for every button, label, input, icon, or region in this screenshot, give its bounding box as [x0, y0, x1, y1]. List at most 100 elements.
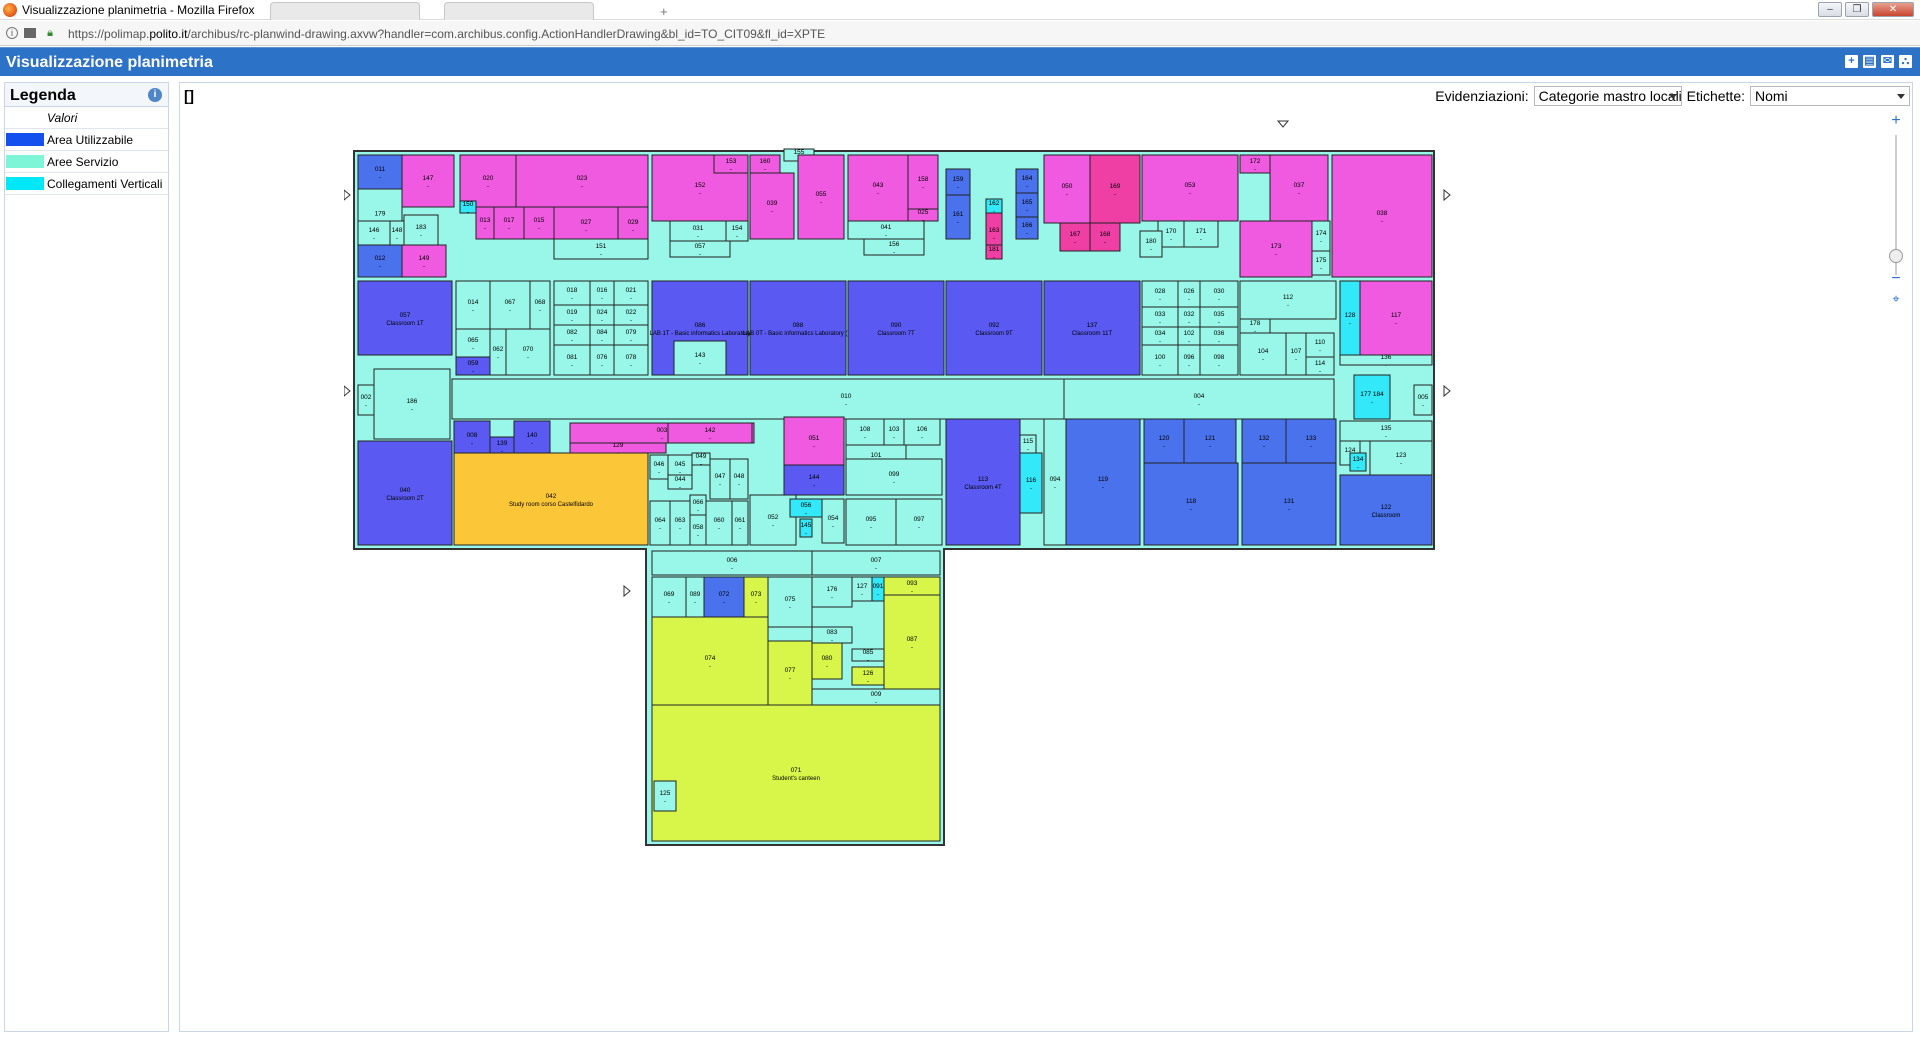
room-119[interactable]: 119 - [1065, 418, 1141, 546]
labels-select[interactable]: Nomi [1750, 86, 1910, 106]
room-181[interactable]: 181 - [985, 244, 1003, 261]
room-020[interactable]: 020 - [459, 154, 517, 208]
room-167[interactable]: 167 - [1059, 222, 1091, 252]
minimize-button[interactable]: – [1818, 2, 1842, 17]
room-153[interactable]: 153 - [713, 154, 749, 174]
room-050[interactable]: 050 - [1043, 154, 1091, 224]
room-090[interactable]: 090 Classroom 7T [847, 280, 945, 376]
room-069[interactable]: 069 - [651, 576, 687, 618]
restore-button[interactable]: ❐ [1845, 2, 1869, 17]
room-180[interactable]: 180 - [1139, 230, 1163, 258]
room-087[interactable]: 087 - [883, 594, 941, 690]
room-048[interactable]: 048 - [729, 458, 749, 500]
room-102[interactable]: 102 - [1177, 326, 1201, 346]
room-028[interactable]: 028 - [1141, 280, 1179, 308]
room-149[interactable]: 149 - [401, 244, 447, 278]
room-140[interactable]: 140 - [513, 420, 551, 456]
room-009[interactable]: 009- [811, 688, 941, 706]
room-070[interactable]: 070 - [505, 328, 551, 376]
room-112[interactable]: 112 - [1239, 280, 1337, 320]
room-173[interactable]: 173 - [1239, 220, 1313, 278]
room-099[interactable]: 099 - [845, 458, 943, 496]
room-042[interactable]: 042 Study room corso Castelfidardo [453, 452, 649, 546]
room-177-184[interactable]: 177 184 - [1353, 374, 1391, 420]
room-058[interactable]: 058 - [689, 514, 707, 546]
room-137[interactable]: 137 Classroom 11T [1043, 280, 1141, 376]
room-126[interactable]: 126 - [851, 666, 885, 686]
room-041[interactable]: 041 - [847, 220, 925, 240]
close-window-button[interactable]: ✕ [1872, 2, 1914, 17]
room-165[interactable]: 165 - [1015, 192, 1039, 218]
room-113[interactable]: 113 Classroom 4T [945, 418, 1021, 546]
room-008[interactable]: 008 - [453, 420, 491, 456]
room-104[interactable]: 104 - [1239, 332, 1287, 376]
room-097[interactable]: 097 - [895, 498, 943, 546]
room-031[interactable]: 031 - [669, 220, 727, 242]
room-098[interactable]: 098 - [1199, 344, 1239, 376]
room-021[interactable]: 021 - [613, 280, 649, 306]
room-019[interactable]: 019 - [553, 304, 591, 326]
info-icon[interactable]: i [6, 27, 18, 39]
room-079[interactable]: 079 - [613, 324, 649, 346]
zoom-control[interactable]: + − ⌖ [1886, 113, 1906, 313]
room-081[interactable]: 081 - [553, 344, 591, 376]
room-071[interactable]: 071 Student's canteen [651, 704, 941, 842]
room-002[interactable]: 002 - [357, 384, 375, 416]
room-114[interactable]: 114 - [1305, 356, 1335, 376]
room-040[interactable]: 040 Classroom 2T [357, 440, 453, 546]
room-176[interactable]: 176 - [811, 576, 853, 608]
room-118[interactable]: 118 - [1143, 462, 1239, 546]
network-icon[interactable]: ⛬ [1899, 55, 1912, 68]
room-051[interactable]: 051 - [783, 416, 845, 466]
room-186[interactable]: 186 - [373, 368, 451, 440]
reset-view-icon[interactable]: ⌖ [1888, 291, 1904, 307]
room-116[interactable]: 116 - [1019, 452, 1043, 514]
room-015[interactable]: 015 - [523, 206, 555, 240]
room-077[interactable]: 077 - [767, 640, 813, 706]
room-168[interactable]: 168 - [1089, 222, 1121, 252]
room-123[interactable]: 123 - [1369, 440, 1433, 476]
room-082[interactable]: 082 - [553, 324, 591, 346]
room-039[interactable]: 039 - [749, 172, 795, 240]
room-159[interactable]: 159 - [945, 168, 971, 196]
room-127[interactable]: 127 - [851, 576, 873, 602]
room-038[interactable]: 038 - [1331, 154, 1433, 278]
room-017[interactable]: 017 - [493, 206, 525, 240]
room-080[interactable]: 080 - [811, 642, 843, 680]
floor-plan[interactable]: 011 - 147 - 179 - 146 - 148 - 183 - 012 - 149 - 020 - 023 -… [343, 119, 1454, 862]
room-054[interactable]: 054 - [821, 498, 845, 544]
room-060[interactable]: 060 - [705, 500, 733, 546]
room-122[interactable]: 122 Classroom [1339, 474, 1433, 546]
room-172[interactable]: 172 - [1239, 154, 1271, 174]
room-154[interactable]: 154 - [725, 220, 749, 242]
room-065[interactable]: 065 - [455, 328, 491, 358]
room-057[interactable]: 057 - [669, 240, 731, 258]
room-014[interactable]: 014 - [455, 280, 491, 330]
room-121[interactable]: 121 - [1183, 418, 1237, 464]
room-183[interactable]: 183 - [403, 214, 439, 246]
room-134[interactable]: 134 - [1349, 452, 1367, 472]
room-160[interactable]: 160 - [749, 154, 781, 174]
room-044[interactable]: 044 - [667, 474, 693, 491]
room-171[interactable]: 171 - [1183, 220, 1219, 248]
room-089[interactable]: 089 - [685, 576, 705, 618]
new-tab-icon[interactable]: + [660, 4, 668, 19]
room-076[interactable]: 076 - [589, 344, 615, 376]
room-064[interactable]: 064 - [649, 500, 671, 546]
room-117[interactable]: 117 - [1359, 280, 1433, 356]
zoom-out-icon[interactable]: − [1888, 271, 1904, 287]
room-161[interactable]: 161 - [945, 194, 971, 240]
room-046[interactable]: 046 - [649, 454, 669, 480]
url-bar[interactable]: i 🔒︎ https://polimap.polito.it/archibus/… [0, 21, 1920, 46]
room-148[interactable]: 148 - [389, 220, 405, 246]
room-083[interactable]: 083- [811, 626, 853, 644]
lock-icon[interactable]: 🔒︎ [44, 27, 56, 39]
room-144[interactable]: 144 - [783, 464, 845, 496]
room-066[interactable]: 066 - [689, 494, 707, 516]
room-142[interactable]: 142 - [667, 422, 753, 444]
room-024[interactable]: 024 - [589, 304, 615, 326]
room-030[interactable]: 030 - [1199, 280, 1239, 308]
room-147[interactable]: 147 - [401, 154, 455, 208]
room-059[interactable]: 059 - [455, 356, 491, 376]
room-095[interactable]: 095 - [845, 498, 897, 546]
